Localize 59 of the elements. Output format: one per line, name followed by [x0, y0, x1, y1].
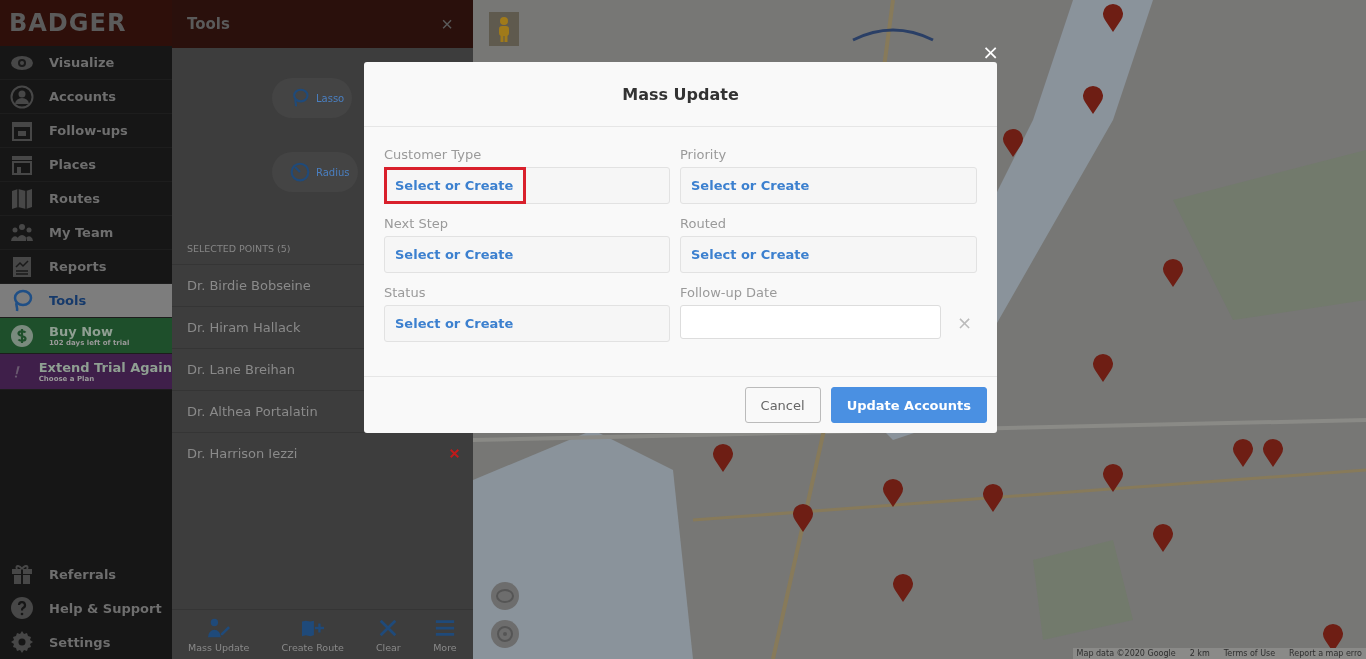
radius-icon [290, 162, 310, 182]
sidebar-item[interactable]: Places [0, 148, 172, 182]
tool-button[interactable]: Lasso [272, 78, 353, 118]
toolbar-button[interactable]: More [432, 616, 457, 653]
toolbar-button[interactable]: Clear [375, 616, 401, 653]
field-label: Next Step [384, 216, 450, 233]
sidebar-item[interactable]: Help & Support [0, 591, 172, 625]
sidebar-item[interactable]: My Team [0, 216, 172, 250]
toolbar-button[interactable]: Create Route [281, 616, 344, 653]
compass-icon[interactable] [496, 625, 514, 643]
sidebar-item[interactable]: Settings [0, 625, 172, 659]
settings-icon [10, 630, 34, 654]
clear-button[interactable]: × [951, 311, 973, 333]
help-icon [10, 596, 34, 620]
section-header: SELECTED POINTS (5) [187, 242, 291, 256]
cancel-button[interactable]: Cancel [744, 387, 821, 423]
select-field[interactable]: Select or Create [384, 167, 670, 204]
point-name[interactable]: Dr. Lane Breihan [187, 362, 296, 377]
sidebar-item[interactable]: Follow-ups [0, 114, 172, 148]
field-label: Routed [680, 216, 727, 233]
toolbar-button[interactable]: Mass Update [188, 616, 250, 653]
chart-icon [10, 254, 34, 279]
point-name[interactable]: Dr. Birdie Bobseine [187, 278, 311, 293]
pegman-icon[interactable] [497, 16, 511, 42]
layers-icon[interactable] [496, 589, 514, 603]
modal-title: Mass Update [622, 84, 739, 104]
sidebar-item[interactable]: Routes [0, 182, 172, 216]
sidebar-item[interactable]: Accounts [0, 80, 172, 114]
map-attribution: Terms of Use [1223, 649, 1276, 658]
select-field[interactable]: Select or Create [384, 305, 670, 342]
point-name[interactable]: Dr. Althea Portalatin [187, 404, 318, 419]
update-button[interactable]: Update Accounts [830, 387, 987, 423]
select-field[interactable]: Select or Create [384, 236, 670, 273]
sidebar-item[interactable]: Visualize [0, 46, 172, 80]
close-button[interactable]: × [441, 12, 453, 36]
select-field[interactable]: Select or Create [680, 167, 977, 204]
map-icon [10, 186, 34, 211]
panel-title: Tools [187, 15, 230, 33]
point-name[interactable]: Dr. Harrison Iezzi [187, 446, 298, 461]
tool-button[interactable]: Radius [272, 152, 358, 192]
field-label: Follow-up Date [680, 285, 779, 302]
close-button[interactable]: × [982, 40, 999, 64]
point-name[interactable]: Dr. Hiram Hallack [187, 320, 301, 335]
sidebar-item[interactable]: Referrals [0, 557, 172, 591]
person-icon [10, 84, 34, 109]
field-label: Priority [680, 147, 728, 164]
map-attribution: Map data ©2020 Google [1076, 649, 1176, 658]
map-attribution: Report a map erro [1289, 649, 1362, 658]
field-label: Status [384, 285, 427, 302]
map-attribution: 2 km [1189, 649, 1210, 658]
person-pencil-icon [206, 616, 231, 639]
lasso-icon [290, 88, 310, 108]
gift-icon [10, 562, 34, 586]
date-field[interactable] [680, 305, 941, 339]
field-label: Customer Type [384, 147, 483, 164]
select-field[interactable]: Select or Create [680, 236, 977, 273]
remove-icon[interactable] [448, 447, 461, 460]
sidebar-item[interactable]: Tools [0, 284, 172, 318]
dollar-icon [10, 323, 34, 348]
